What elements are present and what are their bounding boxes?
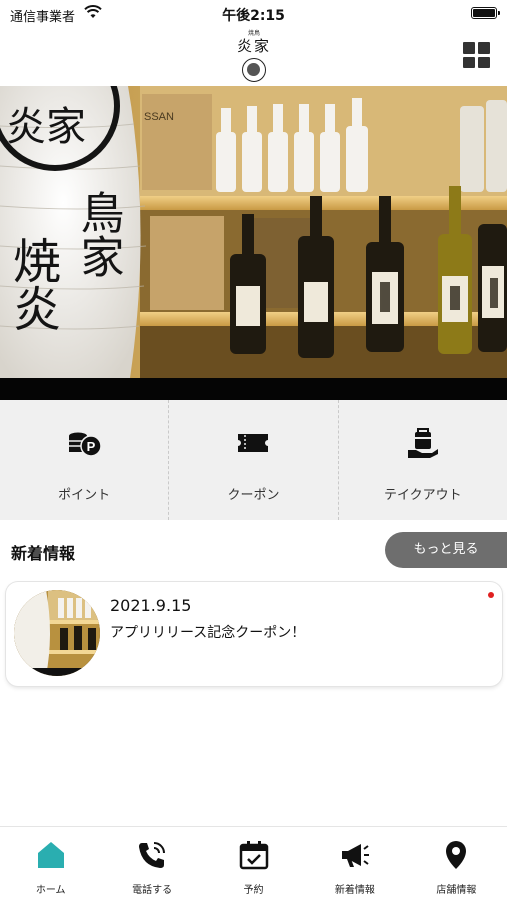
grid-icon [463, 42, 475, 54]
tab-store-info[interactable]: 店舗情報 [406, 827, 507, 900]
box-label: SSAN [144, 111, 174, 123]
brand-logo[interactable]: 焼鳥 炎家 [228, 28, 280, 84]
coupon-button[interactable]: クーポン [168, 400, 337, 520]
tab-news[interactable]: 新着情報 [304, 827, 405, 900]
map-pin-icon [446, 841, 467, 869]
svg-text:P: P [87, 439, 96, 454]
hero-image: SSAN 炎家 焼炎 鳥家 [0, 86, 507, 400]
calendar-check-icon [239, 841, 268, 870]
tab-reservation-label: 予約 [243, 885, 264, 896]
battery-icon [471, 7, 500, 19]
megaphone-icon [341, 844, 369, 867]
tab-home[interactable]: ホーム [0, 827, 101, 900]
tab-phone-label: 電話する [132, 885, 173, 896]
tab-phone[interactable]: 電話する [101, 827, 202, 900]
news-date: 2021.9.15 [110, 596, 192, 615]
bottom-tab-bar: ホーム 電話する 予約 新着情報 店舗情報 [0, 826, 507, 900]
phone-icon [139, 842, 166, 868]
news-headline: アプリリリース記念クーポン！ [110, 625, 306, 641]
takeout-button[interactable]: テイクアウト [337, 400, 507, 520]
point-button[interactable]: P ポイント [0, 400, 168, 520]
unread-indicator [488, 592, 494, 598]
coupon-label: クーポン [227, 488, 280, 503]
tab-news-label: 新着情報 [334, 885, 375, 896]
status-bar: 通信事業者 午後2:15 [0, 0, 507, 28]
tab-store-info-label: 店舗情報 [436, 885, 477, 896]
tab-home-label: ホーム [35, 885, 66, 896]
ticket-icon [238, 434, 269, 452]
takeout-bag-icon [407, 428, 438, 458]
news-item[interactable]: 2021.9.15 アプリリリース記念クーポン！ [6, 582, 502, 686]
home-icon [37, 842, 64, 868]
news-thumbnail [14, 590, 100, 676]
tab-reservation[interactable]: 予約 [203, 827, 304, 900]
lantern-crest-text: 炎家 [6, 104, 86, 150]
lantern-text-left: 焼炎 [4, 236, 60, 332]
logo-title: 炎家 [236, 37, 271, 55]
quick-actions: P ポイント クーポン テイクアウト [0, 400, 507, 520]
point-label: ポイント [58, 488, 111, 503]
more-button[interactable]: もっと見る [385, 532, 507, 568]
logo-seal-icon [242, 58, 266, 82]
news-section-title: 新着情報 [11, 544, 76, 563]
lantern-text-right: 鳥家 [73, 190, 124, 278]
status-time: 午後2:15 [222, 8, 285, 24]
app-header: 焼鳥 炎家 [0, 28, 507, 86]
takeout-label: テイクアウト [383, 488, 462, 503]
hero-photo: SSAN 炎家 焼炎 鳥家 [0, 86, 507, 400]
coins-point-icon: P [69, 432, 102, 457]
grid-menu-button[interactable] [463, 42, 490, 68]
